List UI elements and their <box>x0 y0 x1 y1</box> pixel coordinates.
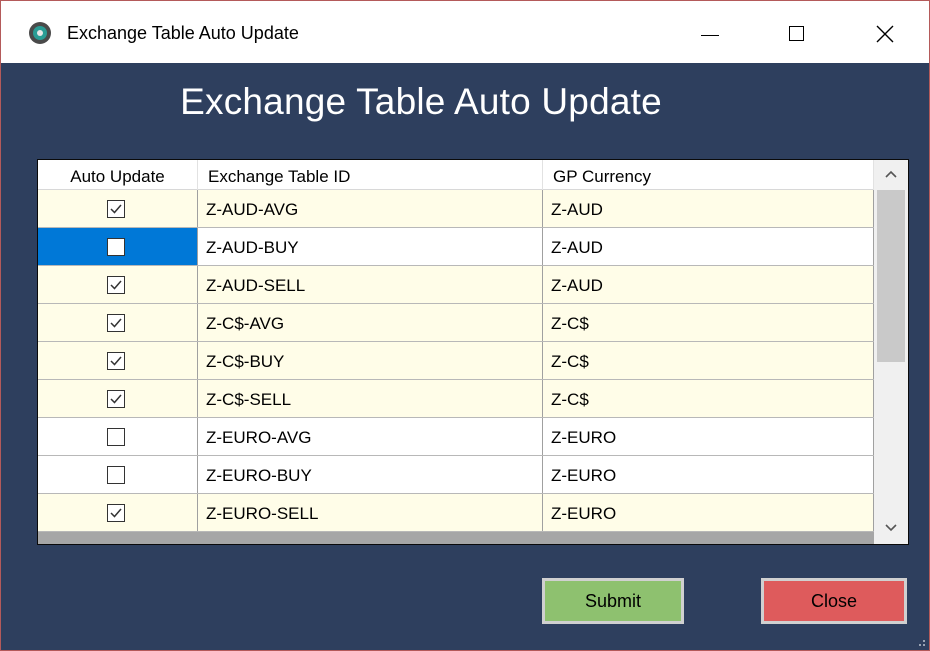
column-header-exchange-table-id[interactable]: Exchange Table ID <box>198 160 543 190</box>
exchange-table-id-cell[interactable]: Z-EURO-AVG <box>198 418 543 455</box>
chevron-down-icon <box>885 524 897 532</box>
maximize-icon <box>789 26 804 41</box>
exchange-table-id-cell[interactable]: Z-EURO-BUY <box>198 456 543 493</box>
resize-grip[interactable] <box>919 640 925 646</box>
title-bar[interactable]: Exchange Table Auto Update <box>1 1 929 63</box>
app-icon <box>29 22 51 44</box>
window-title: Exchange Table Auto Update <box>67 23 299 43</box>
minimize-icon <box>701 35 719 36</box>
checkmark-icon <box>110 508 122 518</box>
column-header-gp-currency[interactable]: GP Currency <box>543 160 874 190</box>
vertical-scrollbar[interactable] <box>874 160 908 544</box>
minimize-button[interactable] <box>681 11 737 55</box>
auto-update-checkbox[interactable] <box>107 504 125 522</box>
auto-update-checkbox[interactable] <box>107 200 125 218</box>
exchange-table-id-cell[interactable]: Z-C$-SELL <box>198 380 543 417</box>
auto-update-cell[interactable] <box>38 342 198 379</box>
app-window: Exchange Table Auto Update Exchange Tabl… <box>0 0 930 651</box>
checkmark-icon <box>110 356 122 366</box>
auto-update-cell[interactable] <box>38 190 198 227</box>
grid-header: Auto Update Exchange Table ID GP Currenc… <box>38 160 874 190</box>
exchange-table-id-cell[interactable]: Z-C$-BUY <box>198 342 543 379</box>
table-row[interactable]: Z-C$-AVG Z-C$ <box>38 304 874 342</box>
auto-update-checkbox[interactable] <box>107 352 125 370</box>
exchange-table-id-cell[interactable]: Z-AUD-BUY <box>198 228 543 265</box>
table-row[interactable]: Z-EURO-BUY Z-EURO <box>38 456 874 494</box>
gp-currency-cell[interactable]: Z-C$ <box>543 304 874 341</box>
scroll-up-button[interactable] <box>874 160 908 190</box>
auto-update-checkbox[interactable] <box>107 466 125 484</box>
auto-update-cell[interactable] <box>38 494 198 531</box>
gp-currency-cell[interactable]: Z-EURO <box>543 494 874 531</box>
scrollbar-thumb[interactable] <box>877 190 905 362</box>
auto-update-cell[interactable] <box>38 228 198 265</box>
gp-currency-cell[interactable]: Z-AUD <box>543 228 874 265</box>
form-heading: Exchange Table Auto Update <box>180 81 662 122</box>
table-row[interactable]: Z-AUD-SELL Z-AUD <box>38 266 874 304</box>
auto-update-cell[interactable] <box>38 418 198 455</box>
gp-currency-cell[interactable]: Z-EURO <box>543 418 874 455</box>
chevron-up-icon <box>885 170 897 178</box>
checkmark-icon <box>110 204 122 214</box>
table-row[interactable]: Z-AUD-AVG Z-AUD <box>38 190 874 228</box>
table-row[interactable]: Z-AUD-BUY Z-AUD <box>38 228 874 266</box>
auto-update-cell[interactable] <box>38 380 198 417</box>
auto-update-cell[interactable] <box>38 456 198 493</box>
auto-update-cell[interactable] <box>38 266 198 303</box>
exchange-table-id-cell[interactable]: Z-EURO-SELL <box>198 494 543 531</box>
table-row[interactable]: Z-EURO-AVG Z-EURO <box>38 418 874 456</box>
gp-currency-cell[interactable]: Z-AUD <box>543 190 874 227</box>
gp-currency-cell[interactable]: Z-C$ <box>543 380 874 417</box>
table-row[interactable]: Z-C$-BUY Z-C$ <box>38 342 874 380</box>
column-header-auto-update[interactable]: Auto Update <box>38 160 198 190</box>
submit-button[interactable]: Submit <box>542 578 684 624</box>
gp-currency-cell[interactable]: Z-EURO <box>543 456 874 493</box>
checkmark-icon <box>110 394 122 404</box>
exchange-table-id-cell[interactable]: Z-AUD-SELL <box>198 266 543 303</box>
auto-update-checkbox[interactable] <box>107 276 125 294</box>
exchange-table-grid[interactable]: Auto Update Exchange Table ID GP Currenc… <box>37 159 909 545</box>
gp-currency-cell[interactable]: Z-C$ <box>543 342 874 379</box>
close-button[interactable]: Close <box>761 578 907 624</box>
checkmark-icon <box>110 280 122 290</box>
table-row[interactable]: Z-EURO-SELL Z-EURO <box>38 494 874 532</box>
gp-currency-cell[interactable]: Z-AUD <box>543 266 874 303</box>
auto-update-checkbox[interactable] <box>107 390 125 408</box>
maximize-button[interactable] <box>769 11 825 55</box>
table-row[interactable]: Z-C$-SELL Z-C$ <box>38 380 874 418</box>
exchange-table-id-cell[interactable]: Z-AUD-AVG <box>198 190 543 227</box>
auto-update-checkbox[interactable] <box>107 238 125 256</box>
scroll-down-button[interactable] <box>874 514 908 544</box>
window-close-button[interactable] <box>858 11 914 55</box>
auto-update-cell[interactable] <box>38 304 198 341</box>
auto-update-checkbox[interactable] <box>107 428 125 446</box>
close-icon <box>876 25 894 43</box>
checkmark-icon <box>110 318 122 328</box>
exchange-table-id-cell[interactable]: Z-C$-AVG <box>198 304 543 341</box>
auto-update-checkbox[interactable] <box>107 314 125 332</box>
